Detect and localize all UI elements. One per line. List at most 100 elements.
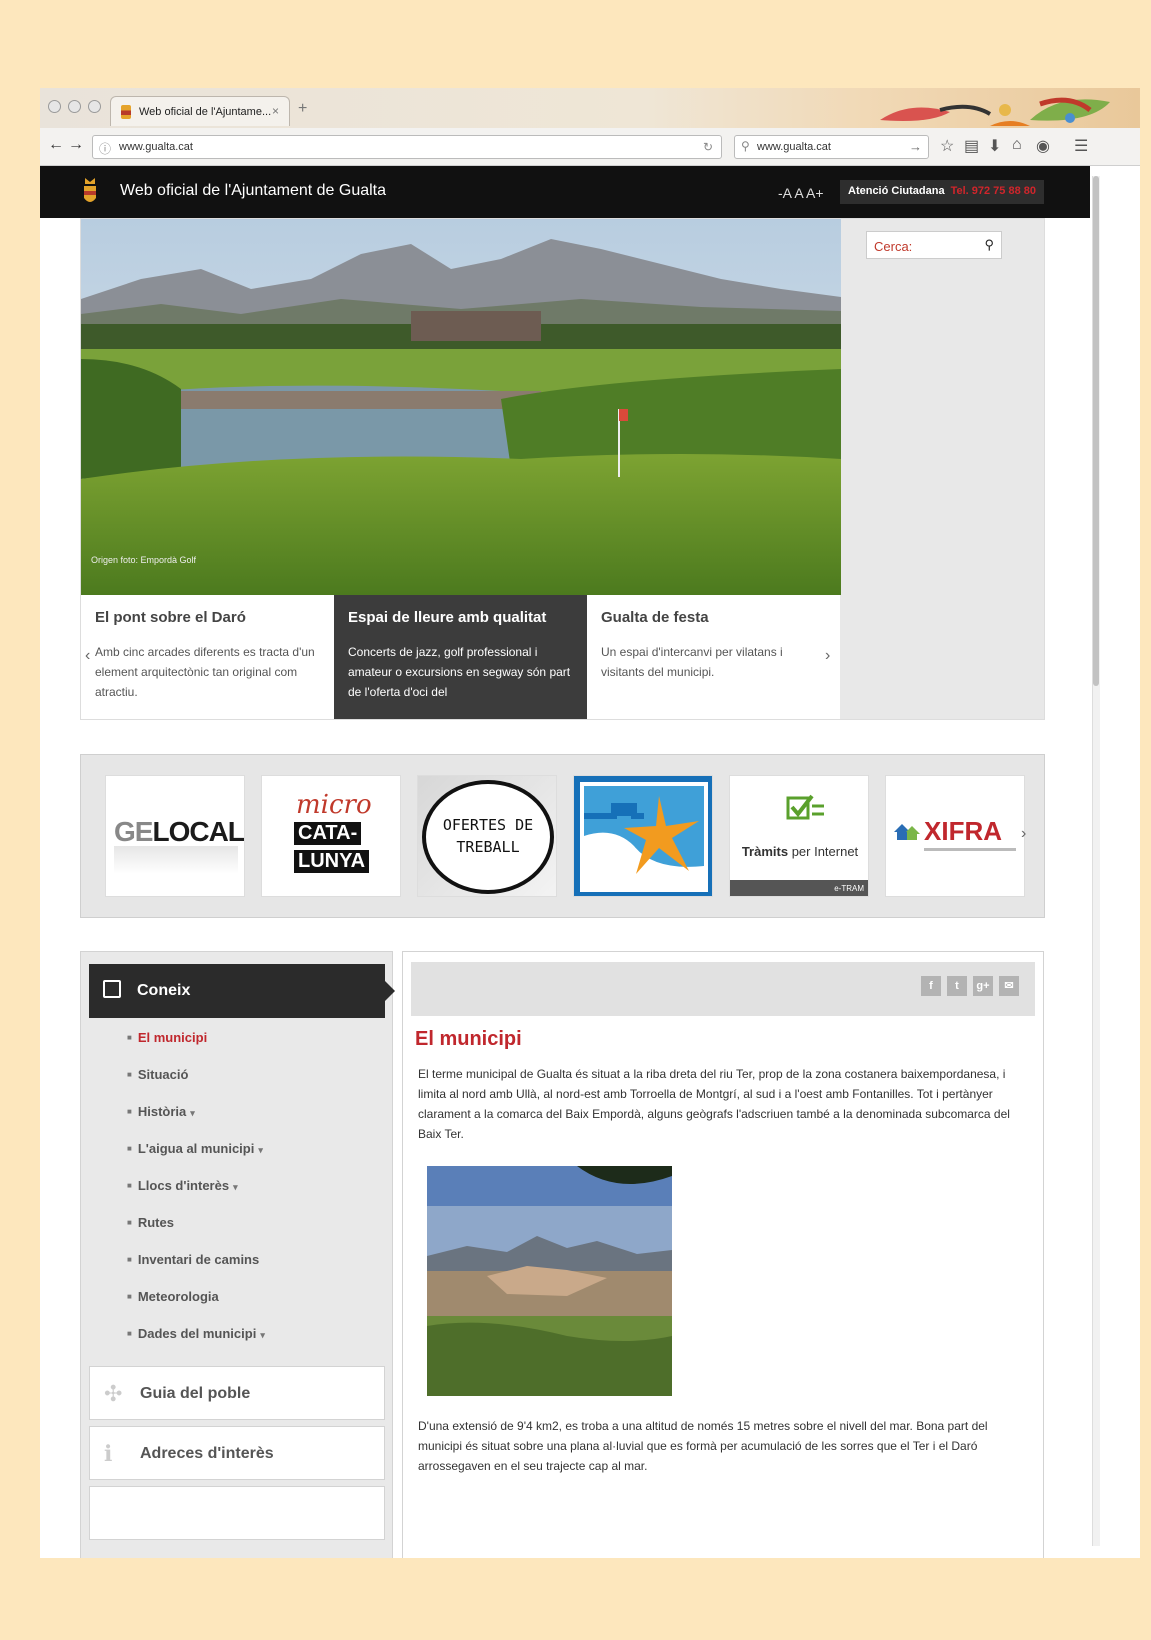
sidebar-item-camins[interactable]: ■ Inventari de camins <box>127 1252 265 1289</box>
microcatalunya-logo[interactable]: micro CATA- LUNYA <box>261 775 401 897</box>
extension-icon[interactable]: ◉ <box>1036 136 1050 156</box>
twitter-icon[interactable]: t <box>947 976 967 996</box>
page-scrollbar[interactable] <box>1090 166 1140 1558</box>
sidebar-header[interactable]: Coneix <box>89 964 395 1018</box>
facebook-icon[interactable]: f <box>921 976 941 996</box>
sidebar-item-aigua[interactable]: ■ L'aigua al municipi ▾ <box>127 1141 265 1178</box>
window-zoom-icon[interactable] <box>88 100 101 113</box>
browser-tab-bar: Web oficial de l'Ajuntame... × + <box>40 88 1140 128</box>
geolocal-local: LOCAL <box>152 816 244 847</box>
image-icon <box>103 980 121 998</box>
tab-title: Web oficial de l'Ajuntame... <box>139 106 272 118</box>
sidebar-adreces[interactable]: ℹ Adreces d'interès <box>89 1426 385 1480</box>
ofertes-treball-logo[interactable]: OFERTES DE TREBALL <box>417 775 557 897</box>
geolocal-logo[interactable]: GELOCAL <box>105 775 245 897</box>
reading-list-icon[interactable]: ▤ <box>964 136 979 156</box>
ofertes-line2: TREBALL <box>456 838 520 856</box>
slide-title: El pont sobre el Daró <box>95 609 246 626</box>
search-icon[interactable]: ⚲ <box>984 237 994 253</box>
sidebar-item-situacio[interactable]: ■ Situació <box>127 1067 265 1104</box>
hero-photo[interactable] <box>81 219 841 595</box>
starfish-icon <box>580 782 708 892</box>
ofertes-line1: OFERTES DE <box>442 816 534 834</box>
slide-card-festa[interactable]: Gualta de festa Un espai d'intercanvi pe… <box>587 595 840 719</box>
window-minimize-icon[interactable] <box>68 100 81 113</box>
sidebar-item-el-municipi[interactable]: ■ El municipi <box>127 1030 265 1067</box>
info-icon: ℹ <box>104 1441 113 1466</box>
logos-carousel: GELOCAL micro CATA- LUNYA OFERTES DE TRE… <box>80 754 1045 918</box>
reload-icon[interactable]: ↻ <box>703 140 713 154</box>
houses-icon <box>894 824 920 840</box>
scrollbar-thumb[interactable] <box>1093 176 1099 686</box>
browser-search-box[interactable]: ⚲ www.gualta.cat → <box>734 135 929 159</box>
geolocal-reflection <box>114 846 238 874</box>
micro-mid: CATA- <box>294 822 362 845</box>
new-tab-button[interactable]: + <box>298 100 307 118</box>
village-photo-image <box>427 1166 672 1396</box>
back-icon[interactable]: ← <box>48 136 64 154</box>
home-icon[interactable]: ⌂ <box>1012 136 1022 154</box>
menu-icon[interactable]: ☰ <box>1074 136 1088 156</box>
search-label: Cerca: <box>874 239 913 254</box>
slider-next-icon[interactable]: › <box>825 647 830 665</box>
site-favicon-icon <box>121 105 131 119</box>
address-bar[interactable]: ⓘ www.gualta.cat ↻ <box>92 135 722 159</box>
site-search-input[interactable]: Cerca: ⚲ <box>866 231 1002 259</box>
browser-screenshot: Web oficial de l'Ajuntame... × + ← → ⓘ w… <box>40 88 1140 1558</box>
font-size-control[interactable]: -A A A+ <box>778 185 824 201</box>
sidebar-item-historia[interactable]: ■ Història ▾ <box>127 1104 265 1141</box>
slide-text: Concerts de jazz, golf professional i am… <box>348 645 571 699</box>
sidebar-item-dades[interactable]: ■ Dades del municipi ▾ <box>127 1326 265 1363</box>
town-crest-icon <box>84 178 96 202</box>
addresses-label: Adreces d'interès <box>140 1445 274 1462</box>
bookmark-star-icon[interactable]: ☆ <box>940 136 954 156</box>
citizen-service-label: Atenció Ciutadana <box>848 185 945 197</box>
slider-prev-icon[interactable]: ‹ <box>85 647 90 665</box>
hero-slider: Origen foto: Empordà Golf Cerca: ⚲ El po… <box>80 218 1045 720</box>
logos-next-icon[interactable]: › <box>1021 825 1026 843</box>
google-plus-icon[interactable]: g+ <box>973 976 993 996</box>
browser-search-text: www.gualta.cat <box>757 141 831 153</box>
guide-label: Guia del poble <box>140 1385 251 1402</box>
sidebar-item-llocs[interactable]: ■ Llocs d'interès ▾ <box>127 1178 265 1215</box>
slide-card-lleure[interactable]: Espai de lleure amb qualitat Concerts de… <box>334 595 587 719</box>
content-paragraph-2: D'una extensió de 9'4 km2, es troba a un… <box>418 1419 988 1473</box>
site-info-icon[interactable]: ⓘ <box>99 140 111 157</box>
xifra-logo[interactable]: XIFRA <box>885 775 1025 897</box>
sidebar-menu: ■ El municipi ■ Situació ■ Història ▾ ■ L'aig… <box>127 1030 265 1363</box>
download-icon[interactable]: ⬇ <box>988 136 1001 156</box>
window-close-icon[interactable] <box>48 100 61 113</box>
compass-icon: ✣ <box>104 1381 123 1406</box>
page-title: El municipi <box>415 1028 522 1050</box>
slide-card-pont[interactable]: El pont sobre el Daró Amb cinc arcades d… <box>81 595 334 719</box>
sidebar-item-meteorologia[interactable]: ■ Meteorologia <box>127 1289 265 1326</box>
tramits-tag: e-TRAM <box>730 880 868 896</box>
starfish-logo[interactable] <box>573 775 713 897</box>
main-content: f t g+ ✉ El municipi El terme municipal … <box>402 951 1044 1558</box>
tab-close-icon[interactable]: × <box>272 104 279 118</box>
site-title[interactable]: Web oficial de l'Ajuntament de Gualta <box>120 182 386 200</box>
village-photo[interactable] <box>427 1166 672 1396</box>
mail-icon[interactable]: ✉ <box>999 976 1019 996</box>
slide-title: Gualta de festa <box>601 609 709 626</box>
tramits-rest: per Internet <box>791 844 859 859</box>
citizen-service-box[interactable]: Atenció Ciutadana Tel. 972 75 88 80 <box>840 180 1044 204</box>
browser-tab[interactable]: Web oficial de l'Ajuntame... × <box>110 96 290 126</box>
micro-top: micro <box>296 790 372 820</box>
search-go-icon[interactable]: → <box>909 139 922 154</box>
sidebar-item-rutes[interactable]: ■ Rutes <box>127 1215 265 1252</box>
checklist-icon <box>786 794 824 820</box>
citizen-service-phone[interactable]: Tel. 972 75 88 80 <box>951 185 1036 197</box>
page-content: Origen foto: Empordà Golf Cerca: ⚲ El po… <box>40 218 1090 1558</box>
slide-text: Amb cinc arcades diferents es tracta d'u… <box>95 645 315 699</box>
sidebar-header-notch <box>385 981 395 1001</box>
tramits-bold: Tràmits <box>741 844 789 859</box>
site-header: Web oficial de l'Ajuntament de Gualta -A… <box>40 166 1090 218</box>
tramits-logo[interactable]: Tràmits per Internet e-TRAM <box>729 775 869 897</box>
geolocal-geo: GE <box>114 816 153 847</box>
sidebar-box-partial[interactable] <box>89 1486 385 1540</box>
forward-icon[interactable]: → <box>68 136 84 154</box>
sidebar-header-label: Coneix <box>137 982 191 999</box>
sidebar-guia-poble[interactable]: ✣ Guia del poble <box>89 1366 385 1420</box>
url-text: www.gualta.cat <box>119 141 193 153</box>
